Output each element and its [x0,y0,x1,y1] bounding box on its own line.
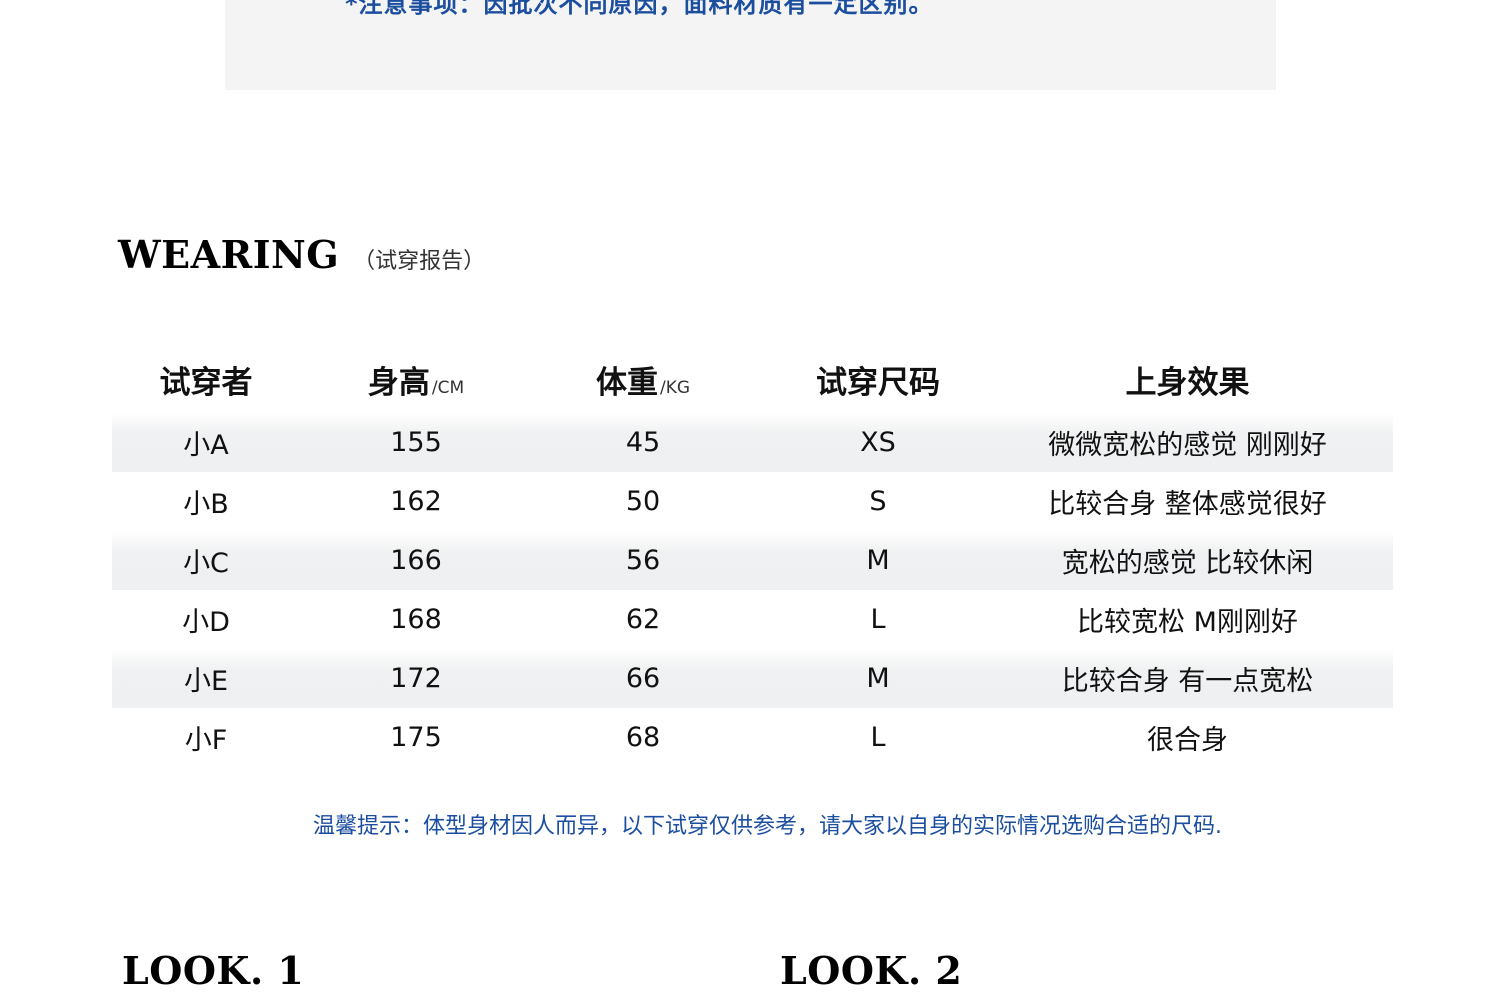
section-title: WEARING [118,232,340,277]
header-size-label: 试穿尺码 [816,364,940,401]
cell-effect: 比较合身 有一点宽松 [1061,666,1314,697]
section-subtitle: （试穿报告） [353,249,486,274]
header-weight-label: 体重 [595,364,658,401]
cell-size: M [866,663,890,694]
cell-name: 小C [183,548,229,579]
cell-height: 166 [390,545,442,576]
cell-height: 172 [390,663,442,694]
header-weight-unit: /KG [659,377,691,398]
header-height: 身高/CM [300,357,532,402]
cell-name: 小B [183,489,229,520]
cell-height: 168 [390,604,442,635]
header-height-unit: /CM [431,377,465,398]
cell-weight: 62 [625,604,661,635]
header-height-label: 身高 [367,364,430,401]
table-row: 小A 155 45 XS 微微宽松的感觉 刚刚好 [112,413,1393,472]
cell-height: 175 [390,722,442,753]
table-row: 小E 172 66 M 比较合身 有一点宽松 [112,649,1393,708]
cell-weight: 50 [625,486,661,517]
header-name-label: 试穿者 [159,364,253,401]
header-effect-label: 上身效果 [1125,364,1250,401]
cell-name: 小D [182,607,230,638]
cell-name: 小A [183,430,229,461]
header-name: 试穿者 [112,357,300,402]
size-tip: 温馨提示：体型身材因人而异，以下试穿仅供参考，请大家以自身的实际情况选购合适的尺… [313,814,1222,839]
cell-effect: 很合身 [1147,725,1228,756]
table-row: 小C 166 56 M 宽松的感觉 比较休闲 [112,531,1393,590]
cell-height: 162 [390,486,442,517]
table-header: 试穿者 身高/CM 体重/KG 试穿尺码 上身效果 [112,345,1393,413]
look-2-title: LOOK. 2 [780,948,963,993]
cell-effect: 宽松的感觉 比较休闲 [1061,548,1314,579]
cell-size: S [869,486,887,517]
cell-weight: 68 [625,722,661,753]
cell-effect: 微微宽松的感觉 刚刚好 [1048,430,1327,461]
cell-size: M [866,545,890,576]
cell-height: 155 [390,427,442,458]
cell-name: 小E [183,666,229,697]
table-row: 小B 162 50 S 比较合身 整体感觉很好 [112,472,1393,531]
header-weight: 体重/KG [532,357,754,402]
table-row: 小D 168 62 L 比较宽松 M刚刚好 [112,590,1393,649]
wearing-report-table: 试穿者 身高/CM 体重/KG 试穿尺码 上身效果 小A 155 45 XS 微… [112,345,1393,767]
header-effect: 上身效果 [1002,357,1373,402]
section-heading: WEARING （试穿报告） [118,232,485,277]
cell-weight: 45 [625,427,661,458]
table-row: 小F 175 68 L 很合身 [112,708,1393,767]
notice-panel: *注意事项：因批次不同原因，面料材质有一定区别。 [225,0,1276,90]
cell-size: XS [860,427,896,458]
cell-weight: 66 [625,663,661,694]
header-size: 试穿尺码 [754,357,1002,402]
cell-effect: 比较宽松 M刚刚好 [1077,607,1298,638]
cell-size: L [870,722,886,753]
notice-text: *注意事项：因批次不同原因，面料材质有一定区别。 [345,0,934,18]
cell-size: L [870,604,886,635]
look-1-title: LOOK. 1 [122,948,305,993]
cell-name: 小F [184,725,228,756]
cell-effect: 比较合身 整体感觉很好 [1048,489,1327,520]
cell-weight: 56 [625,545,661,576]
